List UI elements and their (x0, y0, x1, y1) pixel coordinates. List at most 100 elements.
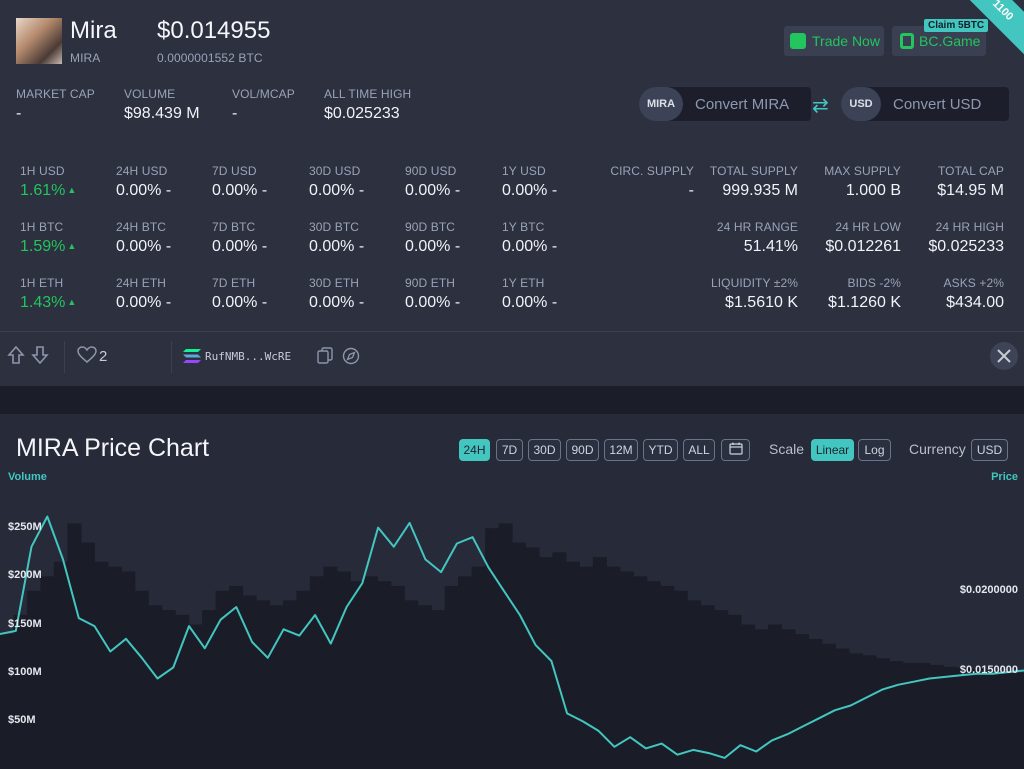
volume-bar (121, 571, 136, 769)
perf-eth-value-4: 0.00% - (405, 294, 460, 312)
volume-bar (794, 634, 810, 769)
market-cap-label: MARKET CAP (16, 87, 95, 101)
volume-bar (538, 557, 554, 769)
perf-btc-label-1: 24H BTC (116, 220, 167, 234)
volume-bar (848, 653, 863, 769)
trade-now-button[interactable]: Trade Now (784, 26, 884, 56)
volume-bar (404, 600, 419, 769)
volume-bar (350, 581, 365, 769)
perf-eth-label-2: 7D ETH (212, 276, 256, 290)
volume-bar (970, 668, 985, 769)
up-arrow-icon: ▲ (67, 185, 77, 195)
perf-btc-value-text-3: 0.00% - (309, 238, 365, 255)
perf-eth-value-3: 0.00% - (309, 294, 364, 312)
volume-bar (943, 666, 958, 769)
volume-bar (40, 576, 55, 769)
liquidity-value: $1.5610 K (725, 294, 798, 311)
volume-area (0, 523, 1024, 769)
perf-usd-label-1: 24H USD (116, 164, 168, 178)
volume-bar (94, 561, 109, 769)
perf-eth-label-1: 24H ETH (116, 276, 167, 290)
volume-bar (309, 576, 324, 769)
heart-icon[interactable] (77, 346, 97, 369)
range-value: 51.41% (743, 238, 798, 255)
perf-eth-value-text-2: 0.00% - (212, 294, 268, 311)
volume-bar (606, 566, 621, 769)
x-social-icon[interactable] (990, 342, 1018, 370)
volume-bar (525, 547, 540, 769)
volume-bar (282, 600, 298, 769)
perf-btc-value-3: 0.00% - (309, 238, 364, 256)
perf-usd-value-text-5: 0.00% - (502, 182, 558, 199)
bids-label: BIDS -2% (847, 276, 901, 290)
volume-bar (13, 614, 28, 769)
circ-supply-label: CIRC. SUPPLY (610, 164, 694, 178)
perf-eth-value-text-1: 0.00% - (116, 294, 172, 311)
copy-icon[interactable] (317, 347, 333, 369)
price-volume-chart[interactable] (0, 414, 1024, 769)
range-label: 24 HR RANGE (716, 220, 798, 234)
claim-badge[interactable]: Claim 5BTC (924, 19, 989, 32)
volume-bar (660, 585, 675, 769)
volume-bar (821, 643, 836, 769)
explorer-icon[interactable] (342, 347, 360, 370)
bcgame-label: BC.Game (919, 33, 981, 49)
convert-to-input[interactable] (881, 94, 1005, 114)
market-cap-value: - (16, 105, 22, 122)
perf-btc-label-5: 1Y BTC (502, 220, 545, 234)
upvote-icon[interactable] (7, 345, 25, 370)
volume-bar (1010, 672, 1024, 769)
asks-label: ASKS +2% (943, 276, 1004, 290)
toolbar-separator-2 (171, 341, 172, 373)
volume-bar (458, 576, 473, 769)
volume-bar (552, 552, 567, 769)
volume-bar (768, 624, 783, 769)
liquidity-label: LIQUIDITY ±2% (710, 276, 798, 290)
contract-address[interactable]: RufNMB...WcRE (205, 350, 291, 363)
perf-usd-label-0: 1H USD (20, 164, 65, 178)
volume-bar (296, 590, 311, 769)
perf-usd-value-3: 0.00% - (309, 182, 364, 200)
perf-btc-label-2: 7D BTC (212, 220, 256, 234)
perf-eth-value-text-3: 0.00% - (309, 294, 365, 311)
perf-btc-label-4: 90D BTC (405, 220, 456, 234)
perf-usd-value-text-2: 0.00% - (212, 182, 268, 199)
price-chart-section: MIRA Price Chart 24H 7D 30D 90D 12M YTD ALL Sc… (0, 414, 1024, 769)
perf-btc-value-5: 0.00% - (502, 238, 557, 256)
downvote-icon[interactable] (31, 345, 49, 370)
convert-from-input[interactable] (683, 94, 807, 114)
up-arrow-icon: ▲ (67, 241, 77, 251)
volume-bar (646, 581, 661, 769)
volume-bar (202, 610, 217, 769)
perf-usd-label-3: 30D USD (309, 164, 361, 178)
perf-eth-value-1: 0.00% - (116, 294, 171, 312)
volume-bar (363, 576, 378, 769)
volume-tick-label: $100M (8, 665, 42, 678)
volume-bar (148, 605, 163, 769)
perf-eth-value-text-4: 0.00% - (405, 294, 461, 311)
perf-usd-value-text-3: 0.00% - (309, 182, 365, 199)
convert-to: USD (841, 87, 1009, 121)
high-label: 24 HR HIGH (935, 220, 1004, 234)
volume-bar (134, 590, 149, 769)
perf-btc-value-0: 1.59% ▲ (20, 238, 76, 256)
bids-value: $1.1260 K (828, 294, 901, 311)
volume-bar (781, 629, 796, 769)
coin-info-panel: Mira MIRA $0.014955 0.0000001552 BTC Tra… (0, 0, 1024, 386)
like-count: 2 (99, 348, 108, 365)
swap-icon[interactable]: ⇄ (812, 93, 829, 118)
volume-bar (377, 581, 392, 769)
perf-btc-label-3: 30D BTC (309, 220, 360, 234)
perf-eth-value-2: 0.00% - (212, 294, 267, 312)
volume-bar (808, 638, 823, 769)
volume-bar (0, 634, 15, 769)
perf-btc-value-text-4: 0.00% - (405, 238, 461, 255)
volume-tick-label: $250M (8, 521, 42, 534)
volume-bar (269, 605, 284, 769)
volume-bar (417, 605, 432, 769)
perf-usd-label-2: 7D USD (212, 164, 257, 178)
asks-value: $434.00 (946, 294, 1004, 311)
perf-btc-value-text-2: 0.00% - (212, 238, 268, 255)
volume-bar (161, 610, 176, 769)
volume-tick-label: $150M (8, 617, 42, 630)
